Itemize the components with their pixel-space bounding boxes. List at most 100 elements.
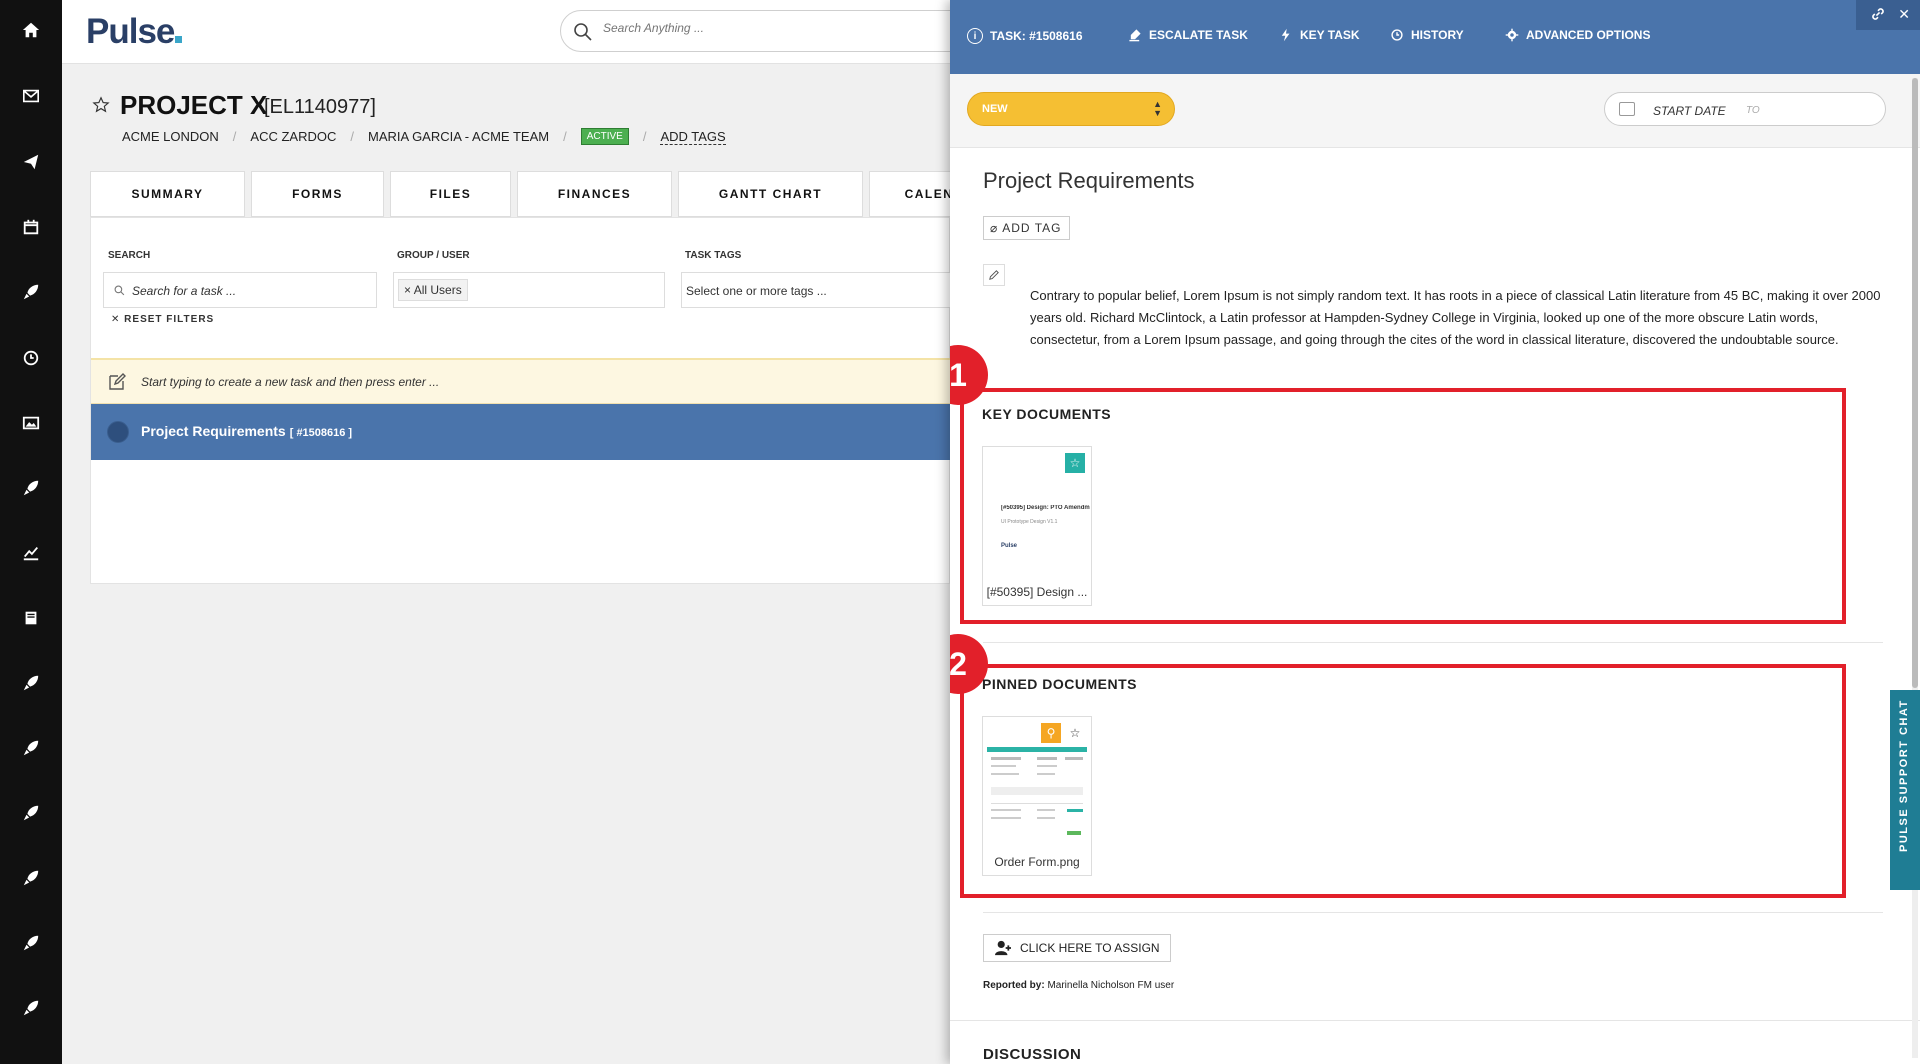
lightning-icon [1281, 28, 1290, 42]
mail-icon[interactable] [0, 76, 62, 116]
rocket-icon[interactable] [0, 923, 62, 963]
breadcrumb-client[interactable]: ACME LONDON [122, 129, 219, 144]
book-icon[interactable] [0, 598, 62, 638]
divider [983, 642, 1883, 643]
chart-icon[interactable] [0, 533, 62, 573]
task-filters-panel: SEARCH Search for a task ... GROUP / USE… [90, 217, 951, 584]
project-code: [EL1140977] [264, 96, 376, 118]
rocket-icon[interactable] [0, 793, 62, 833]
global-search[interactable] [560, 10, 980, 52]
add-user-icon [995, 940, 1011, 956]
link-icon[interactable] [1870, 6, 1886, 22]
pinned-document-card[interactable]: ⚲ ☆ Order Form.png [982, 716, 1092, 876]
rocket-icon[interactable] [0, 988, 62, 1028]
status-badge: ACTIVE [580, 128, 629, 145]
advanced-options-button[interactable]: ADVANCED OPTIONS [1505, 28, 1650, 42]
add-tags-link[interactable]: ADD TAGS [660, 129, 726, 145]
star-icon[interactable]: ☆ [1065, 723, 1085, 743]
task-status-circle[interactable] [107, 421, 129, 443]
project-title: PROJECT X [120, 90, 268, 120]
task-detail-panel: i TASK: #1508616 ESCALATE TASK KEY TASK H… [950, 0, 1920, 1064]
task-row[interactable]: Project Requirements[ #1508616 ] [91, 404, 951, 460]
breadcrumb: ACME LONDON / ACC ZARDOC / MARIA GARCIA … [122, 128, 726, 145]
tags-filter-label: TASK TAGS [685, 250, 742, 261]
reset-filters-button[interactable]: ✕ RESET FILTERS [111, 314, 214, 325]
new-task-input[interactable]: Start typing to create a new task and th… [91, 358, 951, 404]
rocket-icon[interactable] [0, 728, 62, 768]
home-icon[interactable] [0, 10, 62, 50]
order-form-thumbnail [987, 747, 1087, 835]
info-icon: i [967, 28, 983, 44]
key-documents-title: KEY DOCUMENTS [982, 406, 1112, 422]
send-icon[interactable] [0, 142, 62, 182]
key-task-button[interactable]: KEY TASK [1279, 28, 1360, 42]
doc-preview-title: [#50395] Design: PTO Amendm [1001, 505, 1090, 511]
rocket-icon[interactable] [0, 468, 62, 508]
discussion-heading: DISCUSSION [983, 1046, 1082, 1063]
all-users-chip[interactable]: × All Users [398, 279, 468, 301]
panel-window-controls: ✕ [1856, 0, 1920, 30]
calendar-icon [1619, 102, 1635, 116]
rocket-icon[interactable] [0, 663, 62, 703]
tab-files[interactable]: FILES [390, 171, 511, 217]
star-icon[interactable]: ☆ [1065, 453, 1085, 473]
edit-description-icon[interactable] [983, 264, 1005, 286]
search-icon [114, 285, 125, 296]
image-icon[interactable] [0, 403, 62, 443]
reporter-name: Marinella Nicholson FM user [1047, 980, 1175, 991]
global-search-input[interactable] [603, 21, 883, 35]
doc-preview-subtitle: UI Prototype Design V1.1 [1001, 519, 1058, 525]
key-document-card[interactable]: ☆ [#50395] Design: PTO Amendm UI Prototy… [982, 446, 1092, 606]
panel-scrollbar[interactable] [1912, 78, 1918, 1058]
close-icon[interactable]: ✕ [1898, 6, 1910, 23]
tab-summary[interactable]: SUMMARY [90, 171, 245, 217]
tab-finances[interactable]: FINANCES [517, 171, 672, 217]
tag-icon: ⌀ [990, 221, 999, 235]
task-title-heading[interactable]: Project Requirements [983, 168, 1195, 194]
favorite-star-icon[interactable] [92, 96, 110, 114]
calendar-icon[interactable] [0, 207, 62, 247]
rocket-icon[interactable] [0, 858, 62, 898]
assign-button[interactable]: CLICK HERE TO ASSIGN [983, 934, 1171, 962]
doc-preview-link: Pulse [1001, 543, 1018, 549]
key-documents-highlight [960, 388, 1846, 624]
search-filter-label: SEARCH [108, 250, 151, 261]
clock-icon[interactable] [0, 338, 62, 378]
task-panel-header: i TASK: #1508616 ESCALATE TASK KEY TASK H… [950, 0, 1920, 74]
task-description: Contrary to popular belief, Lorem Ipsum … [1030, 288, 1881, 347]
task-tags-select[interactable]: Select one or more tags ... [681, 272, 951, 308]
support-chat-tab[interactable]: PULSE SUPPORT CHAT [1890, 690, 1920, 890]
date-range-picker[interactable]: START DATE TO [1604, 92, 1886, 126]
task-info-tab[interactable]: i TASK: #1508616 [967, 28, 1083, 44]
status-select[interactable]: NEW ▲ ▼ [967, 92, 1175, 126]
edit-icon [109, 373, 126, 390]
breadcrumb-account[interactable]: ACC ZARDOC [250, 129, 336, 144]
history-button[interactable]: HISTORY [1390, 28, 1464, 42]
tab-gantt-chart[interactable]: GANTT CHART [678, 171, 863, 217]
top-bar: Pulse [62, 0, 980, 64]
project-tabs: SUMMARY FORMS FILES FINANCES GANTT CHART… [90, 171, 989, 217]
add-tag-button[interactable]: ⌀ ADD TAG [983, 216, 1071, 240]
task-status-bar: NEW ▲ ▼ START DATE TO [950, 74, 1920, 148]
divider [950, 1020, 1920, 1021]
key-document-name: [#50395] Design ... [986, 585, 1088, 599]
gear-icon [1505, 28, 1519, 42]
group-user-select[interactable]: × All Users [393, 272, 665, 308]
task-code: [ #1508616 ] [289, 427, 353, 439]
escalate-task-button[interactable]: ESCALATE TASK [1128, 28, 1248, 42]
search-icon [574, 23, 592, 41]
pinned-documents-highlight [960, 664, 1846, 898]
task-search-input[interactable]: Search for a task ... [103, 272, 377, 308]
breadcrumb-team[interactable]: MARIA GARCIA - ACME TEAM [368, 129, 549, 144]
start-date-field[interactable]: START DATE [1653, 104, 1726, 118]
left-nav-rail [0, 0, 62, 1064]
pin-icon[interactable]: ⚲ [1041, 723, 1061, 743]
end-date-field[interactable]: TO [1746, 105, 1760, 116]
group-filter-label: GROUP / USER [397, 250, 470, 261]
tab-forms[interactable]: FORMS [251, 171, 384, 217]
rocket-icon[interactable] [0, 272, 62, 312]
pulse-logo[interactable]: Pulse [86, 12, 183, 52]
divider [983, 912, 1883, 913]
project-view: Pulse PROJECT X [EL1140977] ACME LONDON … [62, 0, 989, 1064]
pinned-document-name: Order Form.png [994, 855, 1080, 869]
